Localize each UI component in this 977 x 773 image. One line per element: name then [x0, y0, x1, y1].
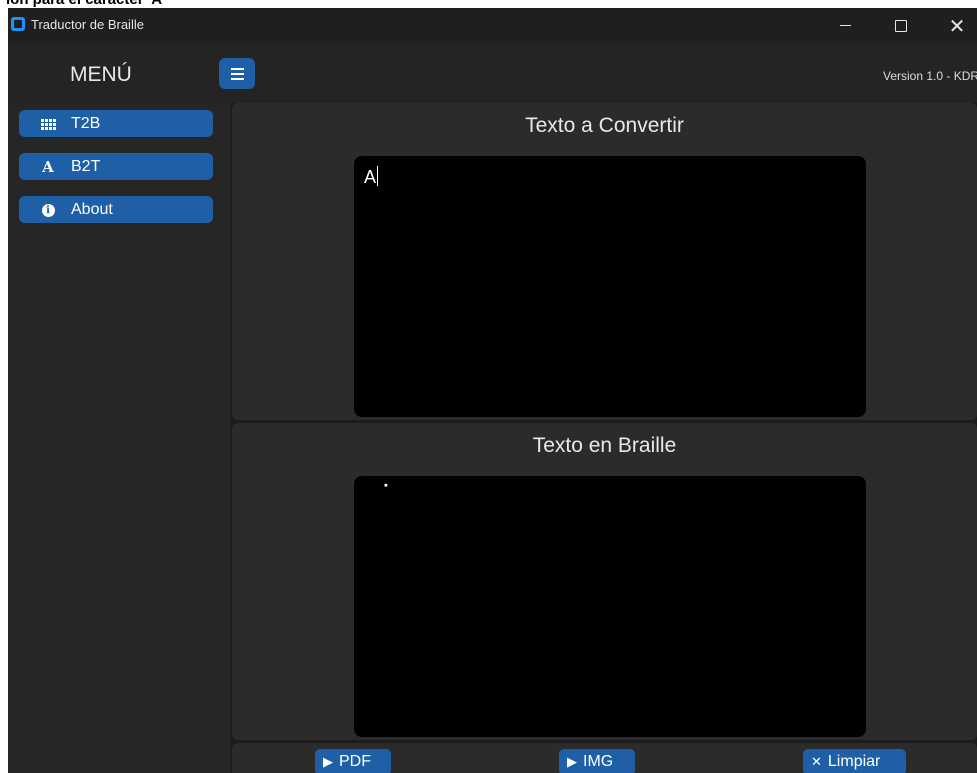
title-bar: Traductor de Braille ✕	[8, 8, 977, 43]
close-icon: ✕	[811, 754, 822, 770]
play-icon: ▶	[323, 754, 333, 770]
sidebar-item-label: B2T	[71, 158, 101, 175]
output-panel-title: Texto en Braille	[532, 434, 677, 457]
sidebar-item-b2t[interactable]: A B2T	[19, 153, 213, 180]
close-button[interactable]: ✕	[935, 8, 977, 43]
sidebar-item-about[interactable]: i About	[19, 196, 213, 223]
background-caption-text: ión para el carácter 'A'	[6, 0, 166, 8]
menu-toggle-button[interactable]	[219, 58, 255, 89]
export-img-button[interactable]: ▶ IMG	[559, 749, 635, 773]
window-title: Traductor de Braille	[31, 17, 144, 32]
app-header: MENÚ Version 1.0 - KDR	[8, 43, 977, 103]
braille-output-value: ⠁	[382, 482, 396, 503]
play-icon: ▶	[567, 754, 577, 770]
export-pdf-label: PDF	[339, 753, 371, 770]
output-panel: Texto en Braille ⠁	[232, 423, 977, 740]
input-text-value: A	[364, 167, 377, 187]
app-window: Traductor de Braille ✕ MENÚ Version 1.0 …	[8, 8, 977, 773]
minimize-button[interactable]	[823, 8, 867, 43]
sidebar: T2B A B2T i About	[8, 103, 230, 773]
sidebar-item-label: T2B	[71, 115, 101, 132]
action-bar: ▶ PDF ▶ IMG ✕ Limpiar	[232, 743, 977, 773]
menu-title: MENÚ	[70, 63, 132, 86]
close-icon: ✕	[948, 13, 966, 38]
minimize-icon	[839, 25, 851, 26]
braille-output-area[interactable]: ⠁	[354, 476, 866, 737]
maximize-icon	[895, 19, 907, 32]
input-panel: Texto a Convertir A	[232, 103, 977, 420]
sidebar-item-label: About	[71, 201, 113, 218]
text-input-area[interactable]: A	[354, 156, 866, 417]
hamburger-icon	[230, 67, 244, 70]
sidebar-item-t2b[interactable]: T2B	[19, 110, 213, 137]
clear-label: Limpiar	[827, 753, 881, 770]
export-img-label: IMG	[583, 753, 614, 770]
text-cursor	[377, 166, 379, 186]
clear-button[interactable]: ✕ Limpiar	[803, 749, 906, 773]
app-icon	[11, 17, 25, 31]
version-label: Version 1.0 - KDR	[883, 69, 977, 83]
export-pdf-button[interactable]: ▶ PDF	[315, 749, 391, 773]
background-caption: ión para el carácter 'A'	[0, 0, 977, 8]
input-panel-title: Texto a Convertir	[525, 114, 684, 137]
maximize-button[interactable]	[879, 8, 923, 43]
